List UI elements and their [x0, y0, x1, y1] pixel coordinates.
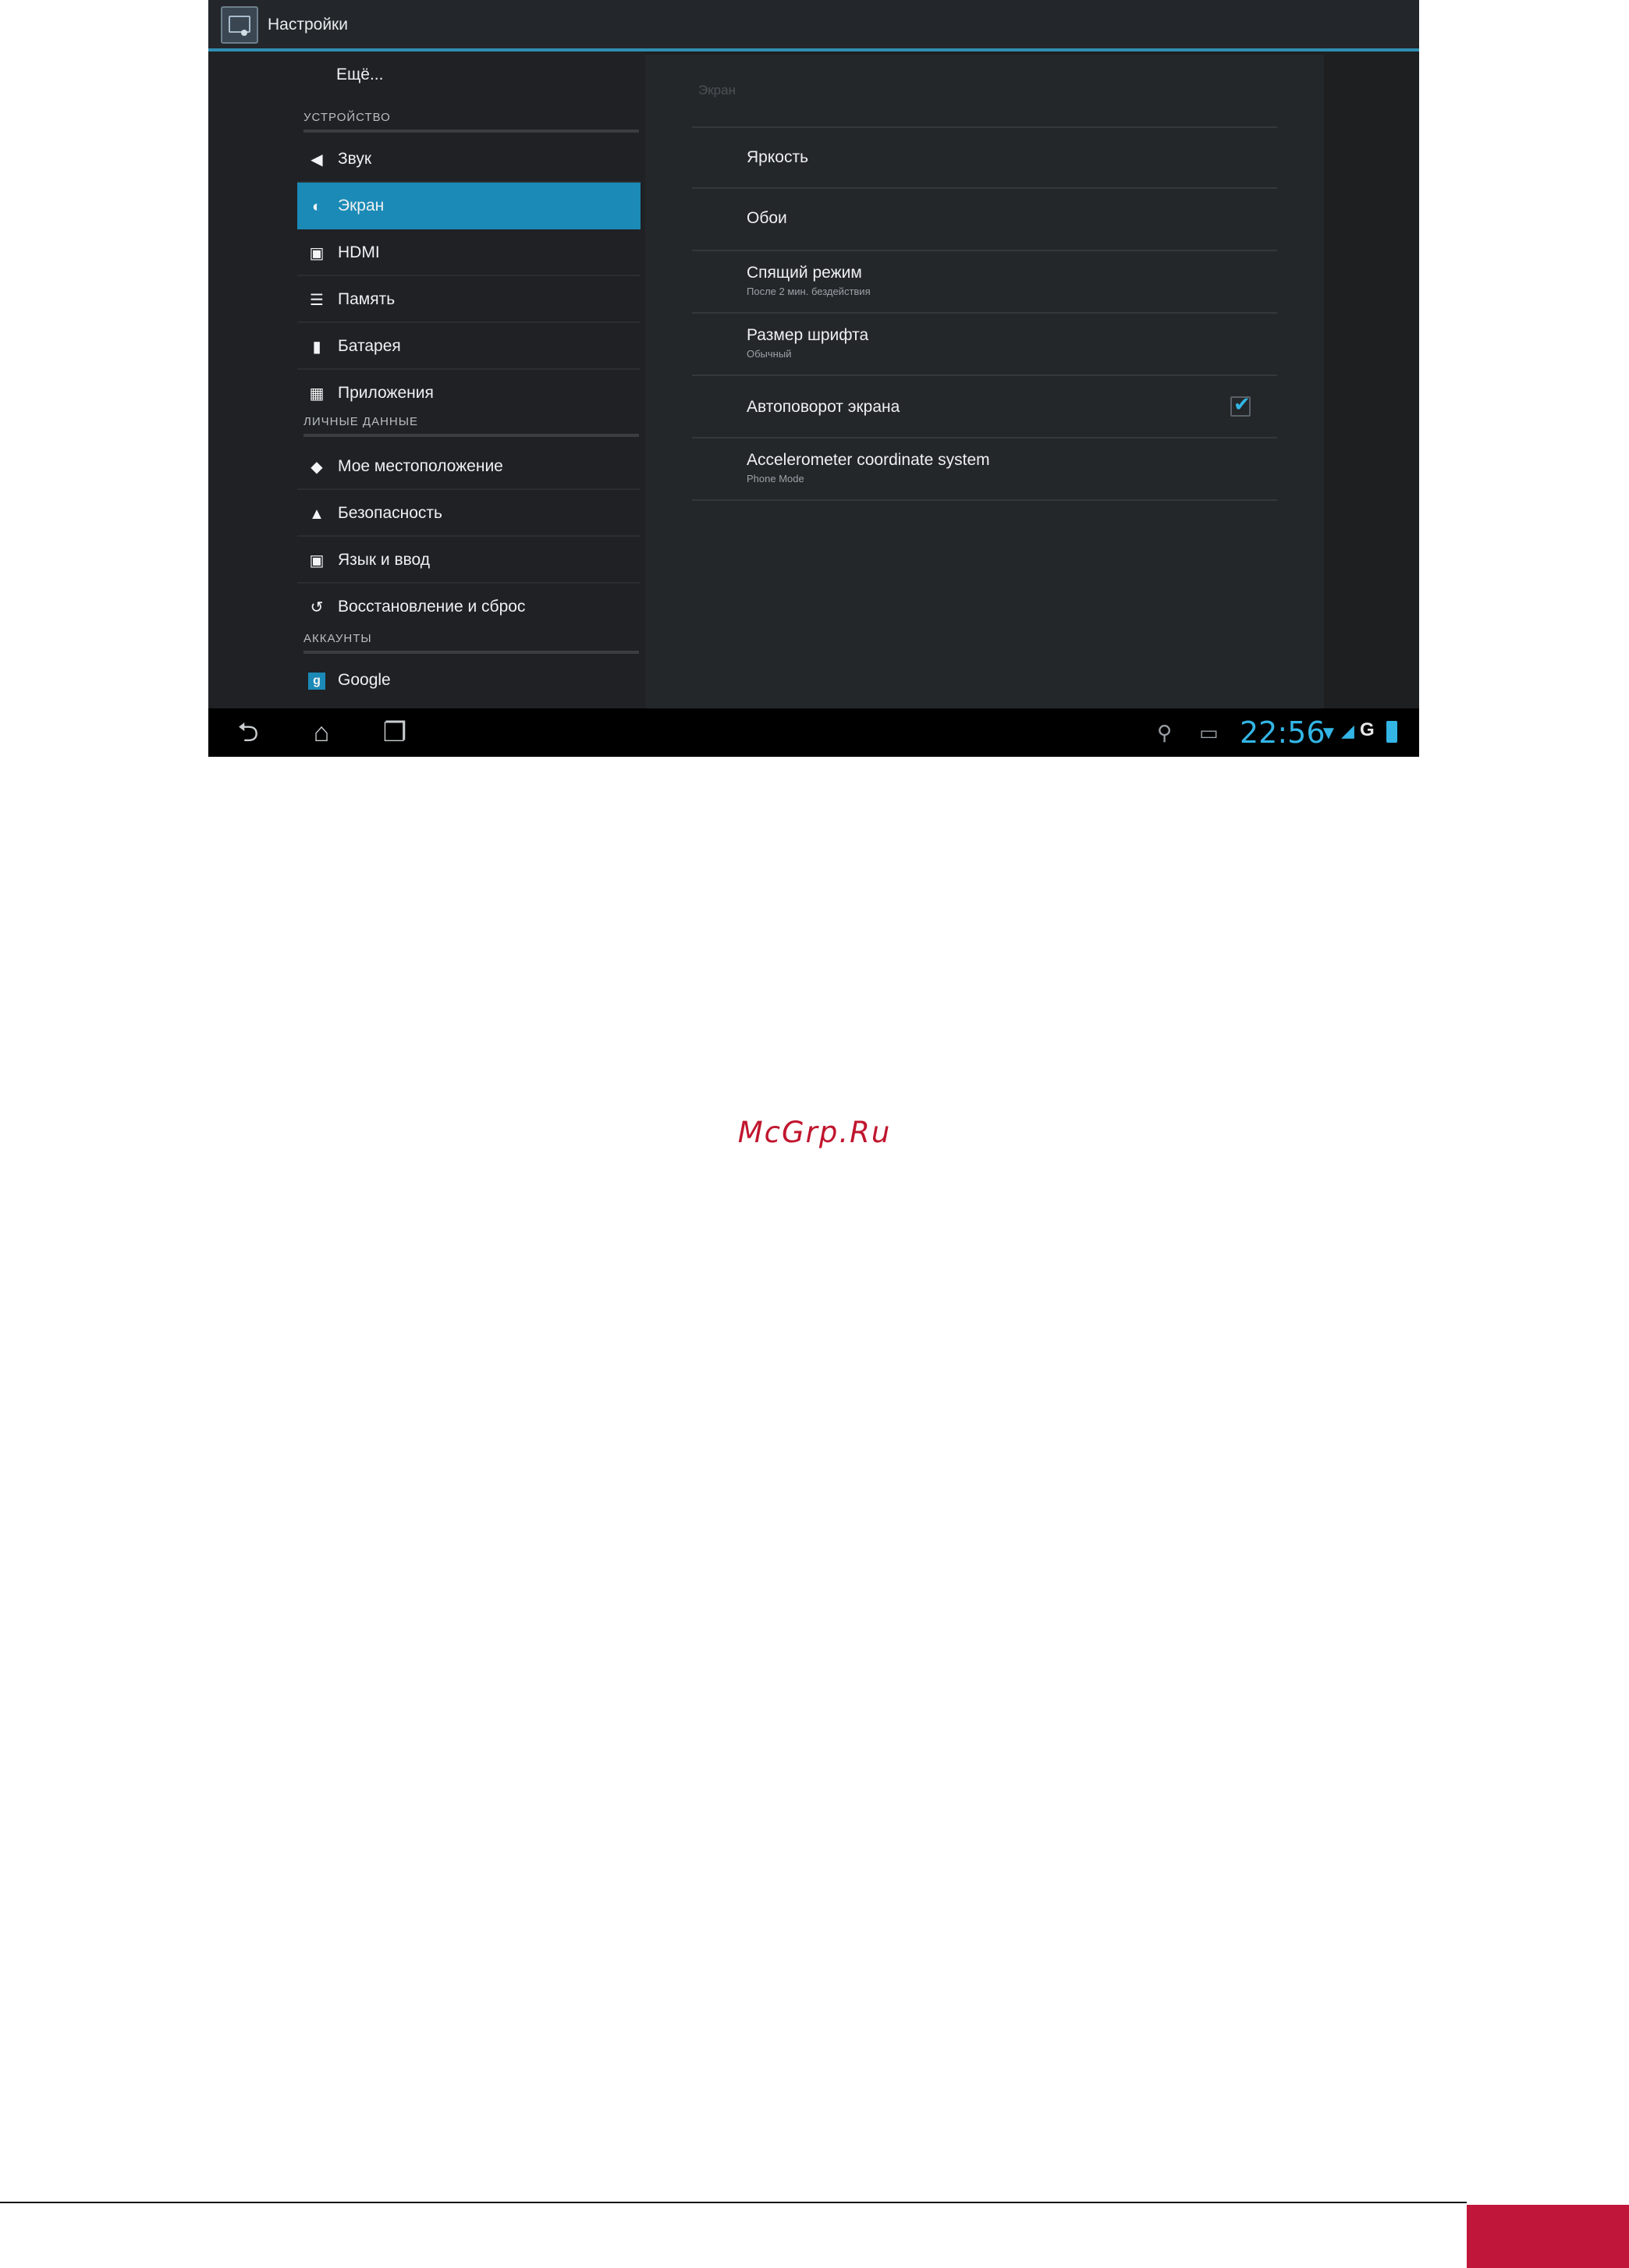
- settings-item-label: Язык и ввод: [338, 551, 431, 569]
- settings-item-label: Google: [338, 671, 391, 689]
- display-icon: ◐: [311, 198, 322, 215]
- screenshot-icon: ▭: [1199, 721, 1219, 744]
- signal-icon: ◢: [1341, 721, 1354, 740]
- settings-item-battery[interactable]: ▮ Батарея: [297, 323, 641, 370]
- pref-font-size[interactable]: Размер шрифта Обычный: [692, 314, 1277, 376]
- pref-wallpaper[interactable]: Обои: [692, 189, 1277, 251]
- watermark-text: McGrp.Ru: [737, 1116, 892, 1149]
- pref-sleep[interactable]: Спящий режим После 2 мин. бездействия: [692, 251, 1277, 314]
- settings-item-apps[interactable]: ▦ Приложения: [297, 370, 641, 417]
- pref-title: Accelerometer coordinate system: [747, 451, 990, 469]
- settings-item-language[interactable]: ▣ Язык и ввод: [297, 537, 641, 584]
- settings-item-label: Безопасность: [338, 504, 442, 522]
- status-clock[interactable]: 22:56: [1240, 716, 1326, 749]
- storage-icon: ☰: [310, 292, 324, 309]
- pref-brightness[interactable]: Яркость: [692, 126, 1277, 189]
- lock-icon: ▲: [309, 506, 325, 523]
- settings-item-label: Память: [338, 290, 396, 308]
- more-item[interactable]: Ещё...: [336, 66, 383, 84]
- google-icon: g: [308, 673, 325, 690]
- recent-apps-icon[interactable]: ❐: [371, 718, 419, 747]
- settings-item-storage[interactable]: ☰ Память: [297, 276, 641, 323]
- section-title: Экран: [698, 83, 736, 98]
- header-accounts: АККАУНТЫ: [303, 632, 639, 654]
- footer-color-block: [1467, 2205, 1629, 2268]
- display-settings-pane: Экран Яркость Обои Спящий режим После 2 …: [645, 55, 1324, 708]
- knob-icon: [241, 30, 247, 36]
- settings-item-label: Экран: [338, 197, 385, 215]
- pref-title: Яркость: [747, 148, 809, 166]
- settings-item-backup-reset[interactable]: ↺ Восстановление и сброс: [297, 584, 641, 630]
- settings-app-icon[interactable]: [221, 6, 258, 44]
- tablet-screenshot: Настройки Ещё... УСТРОЙСТВО ◀ Звук ◐ Экр…: [208, 0, 1419, 757]
- settings-item-display[interactable]: ◐ Экран: [297, 183, 641, 229]
- settings-item-label: HDMI: [338, 243, 380, 261]
- checkmark-icon: ✔: [1233, 392, 1251, 416]
- settings-item-label: Восстановление и сброс: [338, 598, 526, 616]
- action-bar: Настройки: [208, 0, 1419, 51]
- settings-item-sound[interactable]: ◀ Звук: [297, 136, 641, 183]
- header-device: УСТРОЙСТВО: [303, 111, 639, 133]
- restore-icon: ↺: [310, 599, 324, 616]
- location-icon: ◆: [311, 459, 323, 476]
- pref-title: Спящий режим: [747, 264, 862, 282]
- header-personal: ЛИЧНЫЕ ДАННЫЕ: [303, 415, 639, 437]
- pref-subtitle: Обычный: [747, 348, 792, 360]
- pref-subtitle: После 2 мин. бездействия: [747, 286, 871, 297]
- settings-item-hdmi[interactable]: ▣ HDMI: [297, 229, 641, 276]
- settings-list-pane: Ещё... УСТРОЙСТВО ◀ Звук ◐ Экран ▣ HDMI …: [208, 51, 645, 708]
- pref-accelerometer[interactable]: Accelerometer coordinate system Phone Mo…: [692, 438, 1277, 501]
- settings-item-google[interactable]: g Google: [297, 657, 641, 704]
- battery-icon: ▮: [312, 339, 321, 356]
- auto-rotate-checkbox[interactable]: ✔: [1230, 392, 1251, 417]
- action-bar-title: Настройки: [268, 16, 348, 34]
- settings-item-label: Приложения: [338, 384, 434, 402]
- pref-title: Автоповорот экрана: [747, 398, 900, 416]
- screen-frame-icon: [229, 16, 250, 33]
- speaker-icon: ◀: [311, 151, 323, 169]
- back-icon[interactable]: ⮌: [224, 718, 272, 747]
- settings-item-security[interactable]: ▲ Безопасность: [297, 490, 641, 537]
- settings-item-label: Мое местоположение: [338, 457, 503, 475]
- usb-icon: ⚲: [1157, 721, 1173, 744]
- settings-item-location[interactable]: ◆ Мое местоположение: [297, 443, 641, 490]
- pref-title: Размер шрифта: [747, 326, 869, 344]
- pref-subtitle: Phone Mode: [747, 473, 804, 484]
- system-navigation-bar: ⮌ ⌂ ❐ ⚲ ▭ 22:56 ▼ ◢ G: [208, 708, 1419, 757]
- pref-auto-rotate[interactable]: Автоповорот экрана ✔: [692, 376, 1277, 438]
- battery-status-icon: [1386, 721, 1397, 743]
- apps-icon: ▦: [309, 385, 325, 403]
- keyboard-icon: ▣: [309, 552, 325, 570]
- settings-item-label: Звук: [338, 150, 372, 168]
- hdmi-icon: ▣: [309, 245, 325, 262]
- pref-title: Обои: [747, 209, 787, 227]
- manual-page: Настройки Ещё... УСТРОЙСТВО ◀ Звук ◐ Экр…: [0, 0, 1629, 2268]
- wifi-icon: ▼: [1319, 722, 1338, 744]
- footer-rule: [0, 2202, 1467, 2203]
- home-icon[interactable]: ⌂: [297, 718, 346, 747]
- settings-item-label: Батарея: [338, 337, 401, 355]
- network-g-icon: G: [1360, 719, 1375, 740]
